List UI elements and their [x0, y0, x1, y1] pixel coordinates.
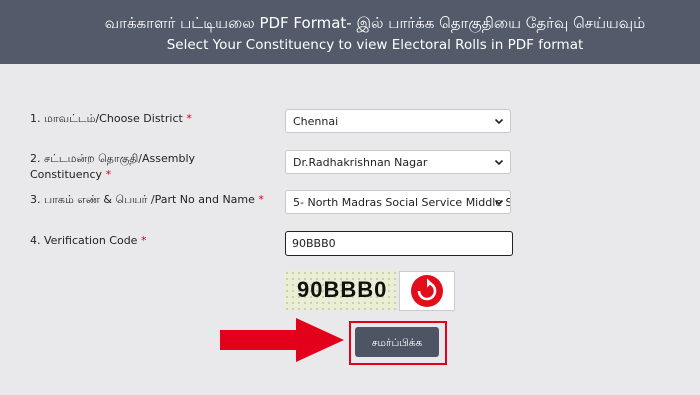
constituency-label: 2. சட்டமன்ற தொகுதி/Assembly Constituency… [30, 152, 196, 181]
verification-label: 4. Verification Code * [30, 234, 147, 247]
chevron-down-icon [494, 118, 504, 125]
chevron-down-icon [494, 199, 504, 206]
refresh-captcha-button[interactable] [399, 271, 455, 311]
constituency-select[interactable]: Dr.Radhakrishnan Nagar [285, 150, 511, 174]
required-mark: * [105, 168, 112, 181]
chevron-down-icon [494, 159, 504, 166]
captcha-image: 90BBB0 [284, 270, 396, 310]
part-label: 3. பாகம் எண் & பெயர் /Part No and Name * [30, 193, 264, 206]
required-mark: * [258, 193, 264, 206]
captcha-text: 90BBB0 [297, 277, 388, 302]
verification-code-input[interactable]: 90BBB0 [285, 231, 513, 256]
required-mark: * [186, 112, 192, 125]
refresh-icon [411, 275, 443, 307]
part-select[interactable]: 5- North Madras Social Service Middle Sc… [285, 190, 511, 214]
page-header: வாக்காளர் பட்டியலை PDF Format- இல் பார்க… [0, 0, 700, 64]
header-title-tamil: வாக்காளர் பட்டியலை PDF Format- இல் பார்க… [104, 14, 646, 32]
submit-button[interactable]: சமர்ப்பிக்க [355, 327, 439, 357]
required-mark: * [140, 234, 147, 247]
header-title-english: Select Your Constituency to view Elector… [166, 37, 584, 53]
arrow-right-icon [220, 318, 344, 362]
district-label: 1. மாவட்டம்/Choose District * [30, 112, 192, 125]
district-select[interactable]: Chennai [285, 109, 511, 133]
